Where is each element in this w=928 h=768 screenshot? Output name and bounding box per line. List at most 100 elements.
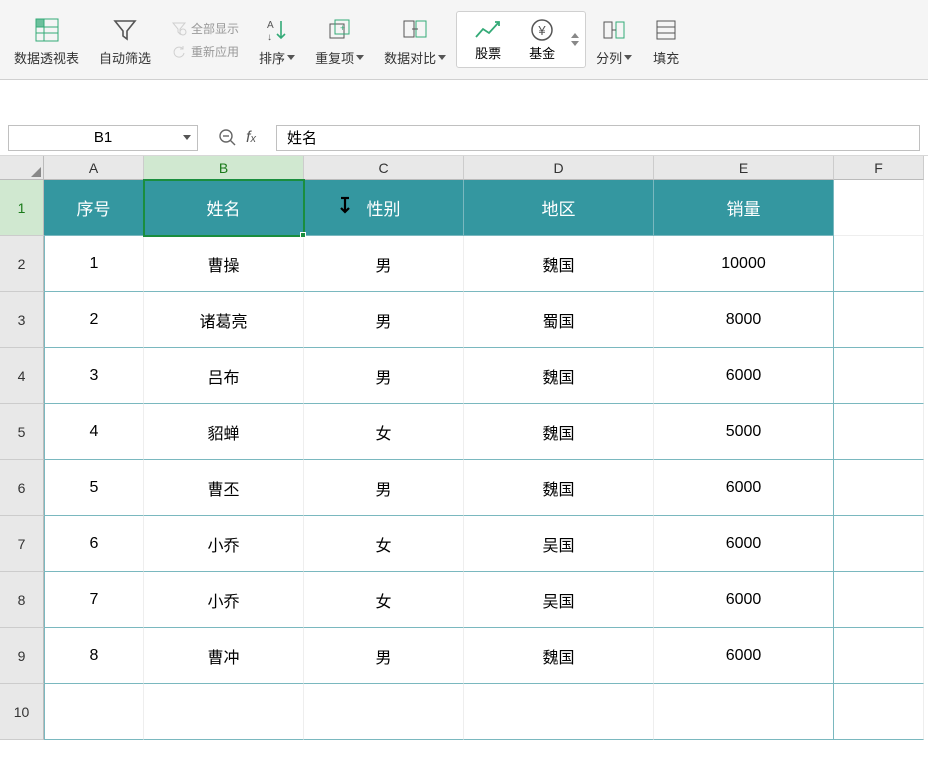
row-header-4[interactable]: 4	[0, 348, 44, 404]
row-header-9[interactable]: 9	[0, 628, 44, 684]
fill-handle[interactable]	[300, 232, 306, 238]
cell-E2[interactable]: 10000	[654, 236, 834, 292]
cell-D4[interactable]: 魏国	[464, 348, 654, 404]
cells-area[interactable]: 序号姓名性别地区销量1曹操男魏国100002诸葛亮男蜀国80003吕布男魏国60…	[44, 180, 924, 740]
cell-B5[interactable]: 貂蝉	[144, 404, 304, 460]
cell-C5[interactable]: 女	[304, 404, 464, 460]
row-header-2[interactable]: 2	[0, 236, 44, 292]
column-header-A[interactable]: A	[44, 156, 144, 180]
pivot-table-button[interactable]: 数据透视表	[4, 4, 89, 76]
split-button[interactable]: 分列	[586, 4, 642, 76]
duplicate-button[interactable]: + 重复项	[305, 4, 374, 76]
cell-B9[interactable]: 曹冲	[144, 628, 304, 684]
cell-C2[interactable]: 男	[304, 236, 464, 292]
showall-button[interactable]: 全部显示	[167, 18, 243, 39]
cell-F4[interactable]	[834, 348, 924, 404]
row-header-10[interactable]: 10	[0, 684, 44, 740]
cell-A1[interactable]: 序号	[44, 180, 144, 236]
cell-F5[interactable]	[834, 404, 924, 460]
row-header-5[interactable]: 5	[0, 404, 44, 460]
pivot-label: 数据透视表	[14, 48, 79, 67]
cell-C6[interactable]: 男	[304, 460, 464, 516]
cell-E10[interactable]	[654, 684, 834, 740]
cell-E5[interactable]: 5000	[654, 404, 834, 460]
cell-A4[interactable]: 3	[44, 348, 144, 404]
cell-E9[interactable]: 6000	[654, 628, 834, 684]
cell-F6[interactable]	[834, 460, 924, 516]
cell-E7[interactable]: 6000	[654, 516, 834, 572]
formula-input[interactable]	[276, 125, 920, 151]
reapply-label: 重新应用	[191, 43, 239, 60]
cell-A8[interactable]: 7	[44, 572, 144, 628]
column-header-F[interactable]: F	[834, 156, 924, 180]
fx-icon[interactable]: fx	[246, 129, 256, 147]
cell-D3[interactable]: 蜀国	[464, 292, 654, 348]
zoom-out-icon[interactable]	[218, 128, 238, 148]
row-header-6[interactable]: 6	[0, 460, 44, 516]
cell-F1[interactable]	[834, 180, 924, 236]
row-header-8[interactable]: 8	[0, 572, 44, 628]
cell-D1[interactable]: 地区	[464, 180, 654, 236]
cell-D10[interactable]	[464, 684, 654, 740]
cell-D6[interactable]: 魏国	[464, 460, 654, 516]
cell-D2[interactable]: 魏国	[464, 236, 654, 292]
cell-D7[interactable]: 吴国	[464, 516, 654, 572]
reapply-button[interactable]: 重新应用	[167, 41, 243, 62]
sort-button[interactable]: A↓ 排序	[249, 4, 305, 76]
cell-E1[interactable]: 销量	[654, 180, 834, 236]
cell-B10[interactable]	[144, 684, 304, 740]
column-header-C[interactable]: C	[304, 156, 464, 180]
column-header-D[interactable]: D	[464, 156, 654, 180]
cell-F7[interactable]	[834, 516, 924, 572]
fund-button[interactable]: ¥ 基金	[517, 15, 567, 64]
cell-E3[interactable]: 8000	[654, 292, 834, 348]
cell-D8[interactable]: 吴国	[464, 572, 654, 628]
cell-A5[interactable]: 4	[44, 404, 144, 460]
cell-B4[interactable]: 吕布	[144, 348, 304, 404]
svg-text:A: A	[267, 20, 274, 31]
cell-F2[interactable]	[834, 236, 924, 292]
cell-E6[interactable]: 6000	[654, 460, 834, 516]
cell-A6[interactable]: 5	[44, 460, 144, 516]
cell-E8[interactable]: 6000	[654, 572, 834, 628]
cell-B3[interactable]: 诸葛亮	[144, 292, 304, 348]
compare-button[interactable]: 数据对比	[374, 4, 456, 76]
cell-B8[interactable]: 小乔	[144, 572, 304, 628]
cell-A2[interactable]: 1	[44, 236, 144, 292]
filter-button[interactable]: 自动筛选	[89, 4, 161, 76]
cell-C10[interactable]	[304, 684, 464, 740]
column-header-E[interactable]: E	[654, 156, 834, 180]
cell-B7[interactable]: 小乔	[144, 516, 304, 572]
row-headers: 12345678910	[0, 180, 44, 740]
cell-F8[interactable]	[834, 572, 924, 628]
cell-C7[interactable]: 女	[304, 516, 464, 572]
cell-A7[interactable]: 6	[44, 516, 144, 572]
cell-F3[interactable]	[834, 292, 924, 348]
cell-C4[interactable]: 男	[304, 348, 464, 404]
row-header-7[interactable]: 7	[0, 516, 44, 572]
name-box[interactable]	[8, 125, 198, 151]
cell-C8[interactable]: 女	[304, 572, 464, 628]
cell-F9[interactable]	[834, 628, 924, 684]
name-box-input[interactable]	[33, 129, 173, 146]
cell-C9[interactable]: 男	[304, 628, 464, 684]
cell-A3[interactable]: 2	[44, 292, 144, 348]
row-header-3[interactable]: 3	[0, 292, 44, 348]
cell-C1[interactable]: 性别	[304, 180, 464, 236]
cell-D9[interactable]: 魏国	[464, 628, 654, 684]
row-header-1[interactable]: 1	[0, 180, 44, 236]
stock-button[interactable]: 股票	[463, 15, 513, 64]
cell-D5[interactable]: 魏国	[464, 404, 654, 460]
select-all-corner[interactable]	[0, 156, 44, 180]
cell-A9[interactable]: 8	[44, 628, 144, 684]
cell-B6[interactable]: 曹丕	[144, 460, 304, 516]
cell-A10[interactable]	[44, 684, 144, 740]
cell-B2[interactable]: 曹操	[144, 236, 304, 292]
group-scroll[interactable]	[571, 33, 579, 46]
cell-B1[interactable]: 姓名	[144, 180, 304, 236]
column-header-B[interactable]: B	[144, 156, 304, 180]
cell-F10[interactable]	[834, 684, 924, 740]
fill-button[interactable]: 填充	[642, 4, 690, 76]
cell-C3[interactable]: 男	[304, 292, 464, 348]
cell-E4[interactable]: 6000	[654, 348, 834, 404]
